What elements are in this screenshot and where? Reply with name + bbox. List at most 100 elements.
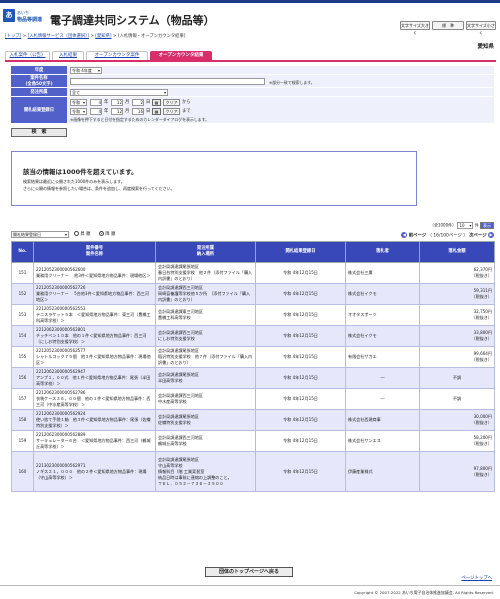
font-large-button[interactable]: 文字サイズ大きく (400, 21, 430, 35)
cell-item: 2212052300000562553 テニスラケット５本 ＜愛知県地方物品事件：… (33, 304, 156, 326)
breadcrumb-service-link[interactable]: [入札情報サービス（団体選択）] (28, 34, 89, 39)
site-logo[interactable]: あ あいち 物品等調達 (3, 9, 45, 27)
sort-asc-radio[interactable] (74, 231, 79, 236)
from-month-unit: 月 (125, 100, 130, 105)
table-row[interactable]: 160 2213023000000562971 ノギス２１，０００ 他の２件＜愛知県… (11, 451, 495, 492)
year-select[interactable]: 令和 4年度 (70, 67, 102, 74)
item-name-link[interactable]: アンプ１，００式 他１件＜愛知県地方物品事件：尾張（半田高等学校）＞ (36, 375, 153, 387)
delivery-place: 豊橋工科高等学校 (158, 315, 191, 320)
prev-arrow-icon[interactable]: ◀ (401, 232, 408, 238)
org-select[interactable]: 全て (70, 89, 168, 96)
amount-value: 不調 (452, 396, 462, 401)
cell-org: 会計局調達課尾張地区 稲沢特別支援学校 他７件（添付ファイル「購入内訳書」のとおり… (155, 346, 256, 368)
date-row: 開札結果登録日 令和 4 年 12 月 2 日 ▦ クリア から 令和 4 年 … (11, 97, 494, 124)
tab-bid-notices[interactable]: 入札案件（公告） (5, 51, 50, 60)
alert-line-1: 検索結果は最近に公開された1000件のみを表示します。 (23, 179, 125, 184)
font-standard-button[interactable]: 標 準 (432, 21, 464, 30)
table-row[interactable]: 159 2212062300000562889 サーキュレーター６台 ＜愛知県地方物… (11, 430, 495, 452)
sort-select[interactable]: 開札結果登録日 (11, 231, 69, 238)
sort-desc-option[interactable]: 降 順 (96, 231, 115, 238)
next-page-link[interactable]: 次ページ (469, 234, 486, 239)
sort-desc-label: 降 順 (105, 232, 116, 237)
item-name-link[interactable]: 業務用クリーナー 5台他3件＜愛知県地方物品事件：西三河地区＞ (36, 291, 153, 303)
cell-winner: ― (345, 388, 420, 410)
item-name-link[interactable]: 衣装ケース３６，００個 他の１件＜愛知県地方物品事件：西三河（中水産高等学校）＞ (36, 396, 153, 408)
item-name-link[interactable]: シャトルコック７５個 他３件＜愛知県地方物品事件：現場他区＞ (36, 354, 153, 366)
cell-winner: 株式会社イクモ (345, 325, 420, 347)
item-name-link[interactable]: テニスラケット５本 ＜愛知県地方物品事件：東三河（豊橋工科高等学校）＞ (36, 312, 153, 324)
year-row: 年度 令和 4年度 (11, 66, 494, 75)
from-era-select[interactable]: 令和 (70, 99, 87, 106)
to-calendar-icon[interactable]: ▦ (152, 108, 161, 115)
from-day-input[interactable]: 2 (132, 99, 144, 106)
cell-org: 会計局調達課西三河地区 中水産高等学校 (155, 388, 256, 410)
table-row[interactable]: 151 2212052300000562600 業務用クリーナー 他3件＜愛知県地方… (11, 262, 495, 284)
search-button[interactable]: 検 索 (11, 128, 67, 137)
tab-open-counter-results[interactable]: オープンカウンタ結果 (150, 51, 212, 60)
table-row[interactable]: 152 2212052300000562726 業務用クリーナー 5台他3件＜愛知県… (11, 283, 495, 305)
back-to-top-page-button[interactable]: 団体のトップページへ戻る (205, 567, 293, 577)
to-day-input[interactable]: 16 (132, 108, 144, 115)
page-top-link[interactable]: ページトップへ (461, 575, 492, 581)
breadcrumb-top-link[interactable]: [トップ] (5, 34, 21, 39)
cell-winner: ― (345, 367, 420, 389)
display-button[interactable]: 表示 (480, 222, 494, 229)
alert-title: 該当の情報は1000件を超えています。 (23, 168, 138, 176)
table-row[interactable]: 158 2212062300000562924 使い捨て手袋１箱 他３件＜愛知県地方… (11, 409, 495, 431)
cell-no: 160 (11, 451, 34, 492)
delivery-place: にしお特別支援学校 (158, 336, 195, 341)
cell-amount: 不調 (419, 388, 495, 410)
per-page-select[interactable]: 10 (457, 222, 474, 229)
prev-page-link[interactable]: 前ページ (409, 234, 426, 239)
to-year-unit: 年 (104, 109, 109, 114)
tax-note: （税抜き） (471, 420, 492, 425)
delivery-place: 佐織特別支援学校 (158, 420, 191, 425)
item-name-link[interactable]: サーキュレーター６台 ＜愛知県地方物品事件：西三河（鶴城丘高等学校）＞ (36, 438, 153, 450)
breadcrumb: [トップ] > [入札情報サービス（団体選択）] > [愛知県] > [入札情報… (5, 33, 185, 39)
to-suffix: まで (182, 109, 191, 114)
to-era-select[interactable]: 令和 (70, 108, 87, 115)
font-small-button[interactable]: 文字サイズ小さく (466, 21, 496, 35)
next-arrow-icon[interactable]: ▶ (488, 232, 494, 238)
from-year-input[interactable]: 4 (90, 99, 102, 106)
cell-winner: 株式会社三庸 (345, 262, 420, 284)
table-row[interactable]: 157 2212062300000562786 衣装ケース３６，００個 他の１件＜愛… (11, 388, 495, 410)
table-row[interactable]: 153 2212052300000562553 テニスラケット５本 ＜愛知県地方物品… (11, 304, 495, 326)
item-name-link[interactable]: 使い捨て手袋１箱 他３件＜愛知県地方物品事件：尾張（佐織特別支援学校）＞ (36, 417, 153, 429)
breadcrumb-region-link[interactable]: [愛知県] (95, 34, 111, 39)
name-label-sub: (全角50文字) (25, 82, 53, 87)
name-input[interactable] (70, 78, 265, 85)
copyright: Copyright © 2007-2022 あいち電子自治体推進協議会. All… (354, 590, 494, 595)
header: あ あいち 物品等調達 電子調達共同システム（物品等） 文字サイズ大きく 標 準… (0, 3, 500, 35)
item-name-link[interactable]: 業務用クリーナー 他3件＜愛知県地方物品事件：現場他区＞ (36, 273, 153, 279)
table-row[interactable]: 156 2212062300000562947 アンプ１，００式 他１件＜愛知県地方… (11, 367, 495, 389)
cell-org: 会計局調達課尾張地区 春日台特別支援学校 他２件（添付ファイル「購入内訳書」のとお… (155, 262, 256, 284)
table-row[interactable]: 154 2212062300000562801 チッチベン１０本 他の１件＜愛知県地… (11, 325, 495, 347)
tab-open-counter[interactable]: オープンカウンタ案件 (86, 51, 148, 60)
sort-desc-radio[interactable] (99, 231, 104, 236)
from-calendar-icon[interactable]: ▦ (152, 99, 161, 106)
to-clear-button[interactable]: クリア (163, 108, 180, 115)
cell-date: 令和 4年12月15日 (255, 262, 346, 284)
breadcrumb-current: [入札情報・オープンカウンタ結果] (117, 34, 186, 39)
from-month-input[interactable]: 12 (111, 99, 123, 106)
alert-line-2: さらに公開の情報を参照したい場合は、条件を追加し、再度検索を行ってください。 (23, 186, 175, 191)
table-row[interactable]: 155 2212052300000562577 シャトルコック７５個 他３件＜愛知県… (11, 346, 495, 368)
col-date: 開札結果登録日 (255, 241, 346, 263)
to-month-input[interactable]: 12 (111, 108, 123, 115)
to-year-input[interactable]: 4 (90, 108, 102, 115)
cell-date: 令和 4年12月15日 (255, 367, 346, 389)
item-name-link[interactable]: チッチベン１０本 他の１件＜愛知県地方物品事件：西三河（にしお特別支援学校）＞ (36, 333, 153, 345)
delivery-place: 春日台特別支援学校 他２件（添付ファイル「購入内訳書」のとおり） (158, 270, 253, 281)
tab-bid-results[interactable]: 入札結果 (52, 51, 84, 60)
per-page-suffix: 件 (474, 222, 479, 228)
from-clear-button[interactable]: クリア (163, 99, 180, 106)
system-title: 電子調達共同システム（物品等） (50, 14, 215, 27)
cell-no: 157 (11, 388, 34, 410)
cell-item: 2212062300000562924 使い捨て手袋１箱 他３件＜愛知県地方物品事… (33, 409, 156, 431)
sort-asc-option[interactable]: 昇 順 (71, 231, 90, 238)
amount-value: 不調 (452, 375, 462, 380)
tab-underline (5, 60, 496, 62)
date-note: ※画像を押下すると日付を指定するためのカレンダーダイアログを表示します。 (70, 117, 210, 122)
item-name-link[interactable]: ノギス２１，０００ 他の２件＜愛知県地方物品事件：現場（守山高等学校）＞ (36, 469, 153, 481)
